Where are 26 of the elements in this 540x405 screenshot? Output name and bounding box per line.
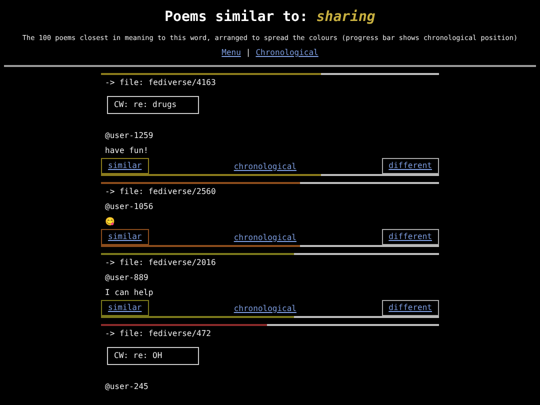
username: @user-245 [104,381,150,393]
chronological-link[interactable]: chronological [234,162,296,170]
poem-text: 😋 [104,216,116,228]
username: @user-889 [104,272,150,284]
file-path: -> file: fediverse/2560 [104,186,217,198]
separator: | [246,47,251,59]
username: @user-1259 [104,130,154,142]
content-warning[interactable]: CW: re: drugs [107,96,199,114]
different-link[interactable]: different [382,158,439,174]
chronological-link[interactable]: chronological [234,304,296,312]
chronological-link[interactable]: chronological [234,232,296,242]
similar-link[interactable]: similar [101,158,149,174]
content-warning[interactable]: CW: re: OH [107,347,199,365]
poem-text: have fun! [104,145,150,157]
different-link[interactable]: different [382,229,439,245]
file-path: -> file: fediverse/2016 [104,257,217,269]
username: @user-1056 [104,201,154,213]
file-path: -> file: fediverse/4163 [104,77,217,89]
menu-link[interactable]: Menu [222,47,241,59]
file-path: -> file: fediverse/472 [104,328,212,340]
different-link[interactable]: different [382,300,439,316]
chronological-link[interactable]: Chronological [256,47,318,59]
similar-link[interactable]: similar [101,229,149,245]
similar-link[interactable]: similar [101,300,149,316]
poem-text: I can help [104,287,154,299]
page-title: Poems similar to: sharing [164,8,376,26]
